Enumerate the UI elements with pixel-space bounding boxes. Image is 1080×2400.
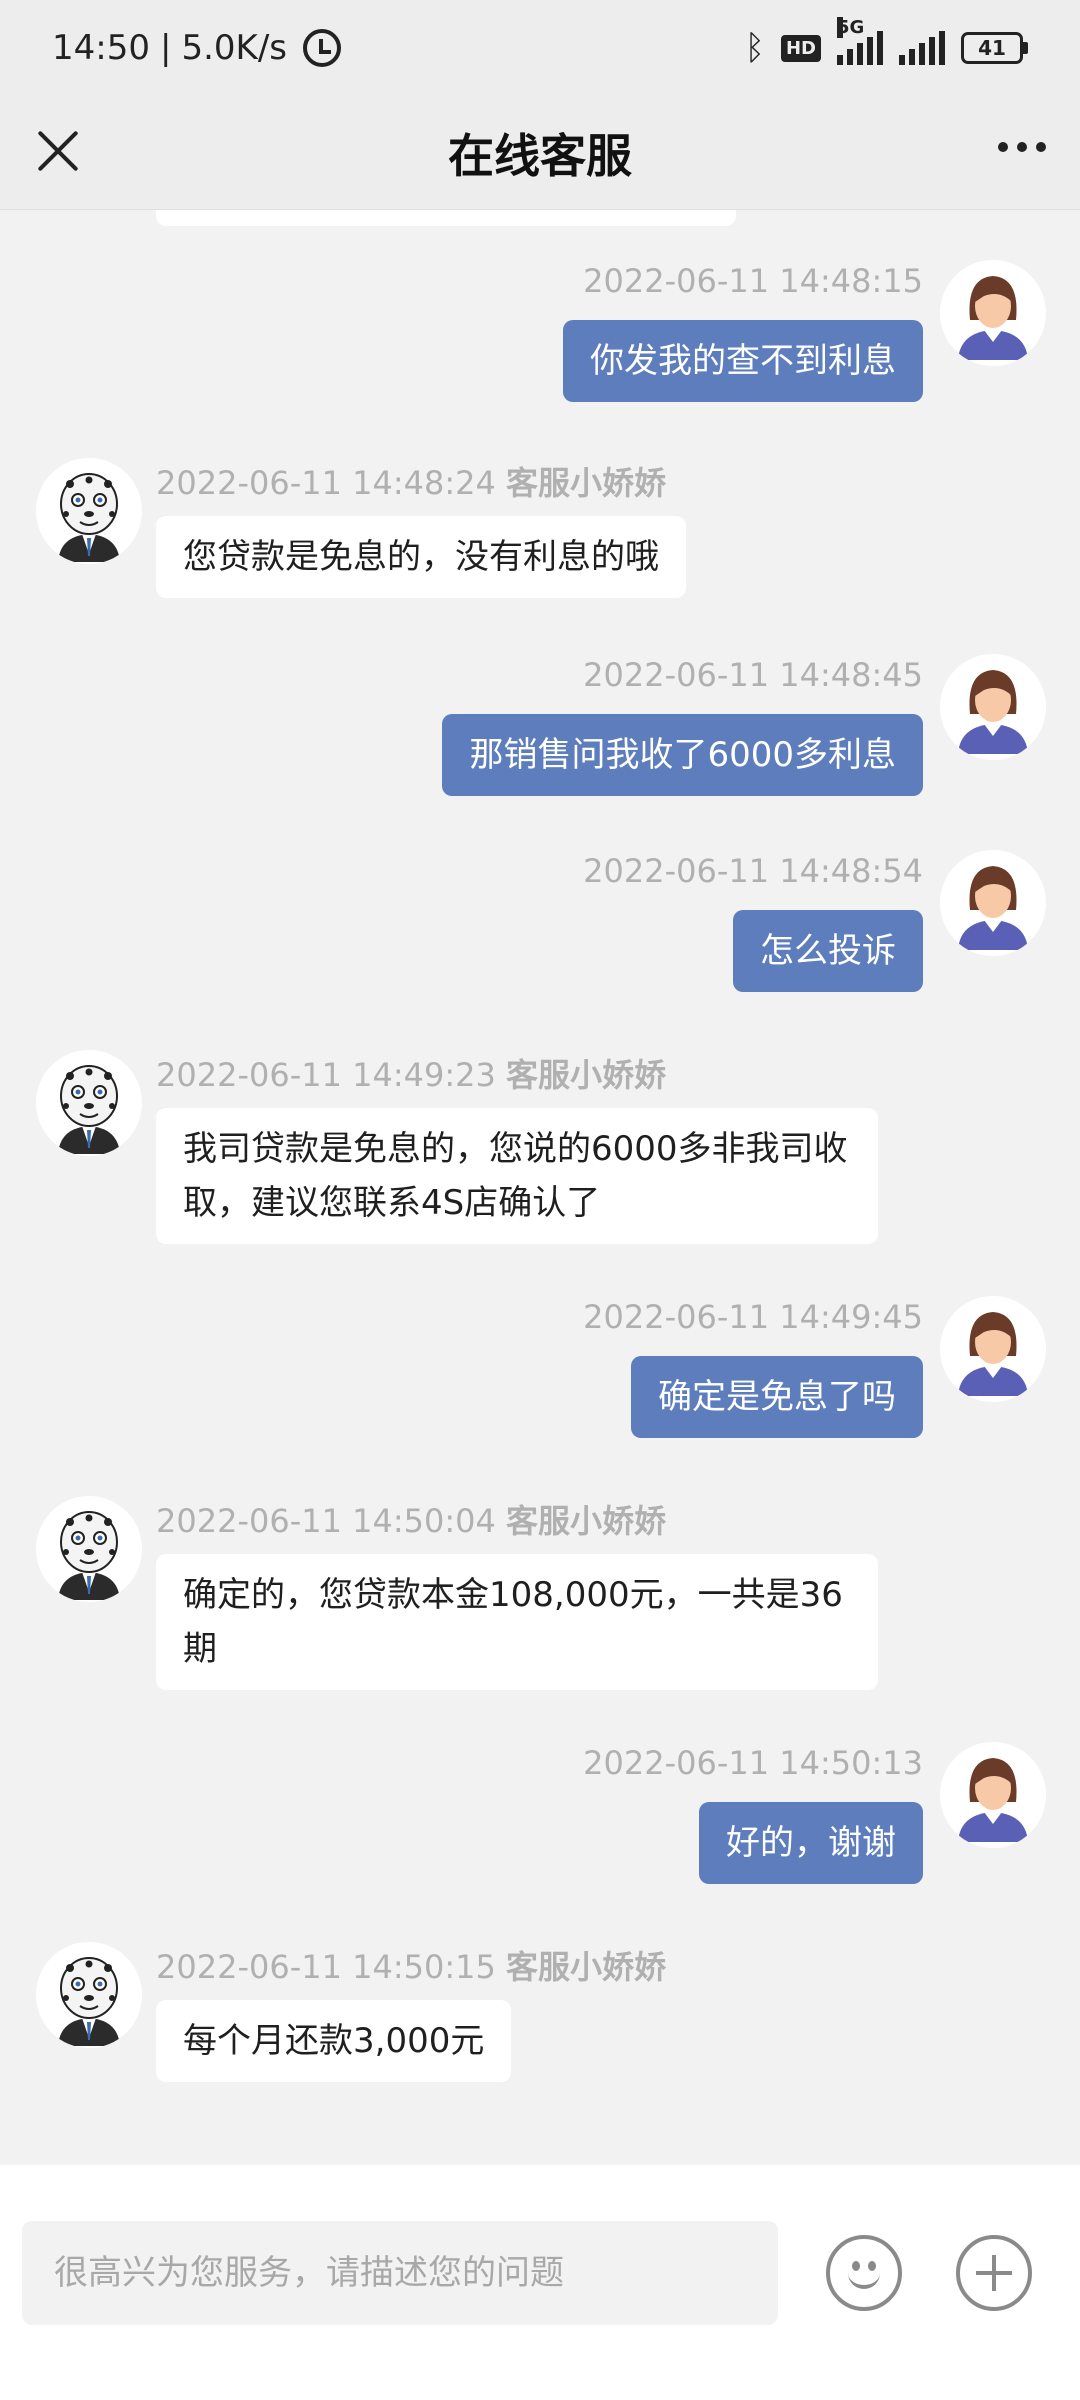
message-bubble: 您贷款是免息的，没有利息的哦: [156, 516, 686, 598]
user-avatar[interactable]: [940, 850, 1046, 956]
message-bubble: 确定是免息了吗: [631, 1356, 923, 1438]
agent-avatar[interactable]: [36, 1050, 142, 1156]
more-icon[interactable]: [998, 142, 1046, 152]
close-icon[interactable]: [34, 126, 82, 174]
hd-badge: HD: [780, 34, 821, 62]
alarm-icon: [303, 29, 341, 67]
user-avatar[interactable]: [940, 1742, 1046, 1848]
status-time: 14:50: [52, 28, 150, 68]
user-avatar[interactable]: [940, 654, 1046, 760]
network-type: 5G: [837, 17, 865, 38]
agent-name: 客服小娇娇: [506, 464, 667, 502]
message-bubble: 你发我的查不到利息: [563, 320, 923, 402]
user-avatar[interactable]: [940, 1296, 1046, 1402]
message-bubble: 怎么投诉: [733, 910, 923, 992]
message-input[interactable]: [22, 2221, 778, 2325]
plus-icon[interactable]: [956, 2235, 1032, 2311]
message-timestamp: 2022-06-11 14:48:15: [583, 262, 923, 300]
message-timestamp: 2022-06-11 14:49:23: [156, 1056, 496, 1094]
status-right: ᛒ HD 5G 41: [744, 17, 1028, 68]
signal-5g-icon: 5G: [837, 17, 883, 65]
bluetooth-icon: ᛒ: [744, 28, 765, 68]
message-bubble: 我司贷款是免息的，您说的6000多非我司收取，建议您联系4S店确认了: [156, 1108, 878, 1244]
message-bubble: 那销售问我收了6000多利息: [442, 714, 923, 796]
message-timestamp: 2022-06-11 14:49:45: [583, 1298, 923, 1336]
input-bar: [0, 2165, 1080, 2400]
network-speed: 5.0K/s: [181, 28, 287, 68]
battery-icon: 41: [961, 32, 1028, 64]
status-separator: |: [159, 28, 172, 68]
message-meta: 2022-06-11 14:49:23 客服小娇娇: [156, 1050, 666, 1096]
message-meta: 2022-06-11 14:50:04 客服小娇娇: [156, 1496, 666, 1542]
signal-icon: [899, 31, 945, 65]
agent-avatar[interactable]: [36, 1942, 142, 2048]
agent-avatar[interactable]: [36, 1496, 142, 1602]
message-timestamp: 2022-06-11 14:50:13: [583, 1744, 923, 1782]
message-timestamp: 2022-06-11 14:48:54: [583, 852, 923, 890]
status-left: 14:50 | 5.0K/s: [52, 28, 341, 68]
agent-name: 客服小娇娇: [506, 1948, 667, 1986]
message-timestamp: 2022-06-11 14:50:04: [156, 1502, 496, 1540]
message-bubble: 每个月还款3,000元: [156, 2000, 512, 2082]
message-meta: 2022-06-11 14:50:15 客服小娇娇: [156, 1942, 666, 1988]
partial-message-bubble: [156, 210, 736, 226]
message-timestamp: 2022-06-11 14:48:45: [583, 656, 923, 694]
agent-name: 客服小娇娇: [506, 1502, 667, 1540]
page-title: 在线客服: [448, 128, 632, 183]
user-avatar[interactable]: [940, 260, 1046, 366]
message-meta: 2022-06-11 14:48:24 客服小娇娇: [156, 458, 666, 504]
agent-name: 客服小娇娇: [506, 1056, 667, 1094]
agent-avatar[interactable]: [36, 458, 142, 564]
message-timestamp: 2022-06-11 14:50:15: [156, 1948, 496, 1986]
message-bubble: 确定的，您贷款本金108,000元，一共是36期: [156, 1554, 878, 1690]
message-bubble: 好的，谢谢: [699, 1802, 923, 1884]
message-timestamp: 2022-06-11 14:48:24: [156, 464, 496, 502]
chat-area[interactable]: 2022-06-11 14:48:15 你发我的查不到利息 2022-06-11…: [0, 210, 1080, 2165]
battery-level: 41: [961, 32, 1023, 64]
title-bar: 在线客服: [0, 96, 1080, 210]
emoji-icon[interactable]: [826, 2235, 902, 2311]
status-bar: 14:50 | 5.0K/s ᛒ HD 5G 41: [0, 0, 1080, 96]
